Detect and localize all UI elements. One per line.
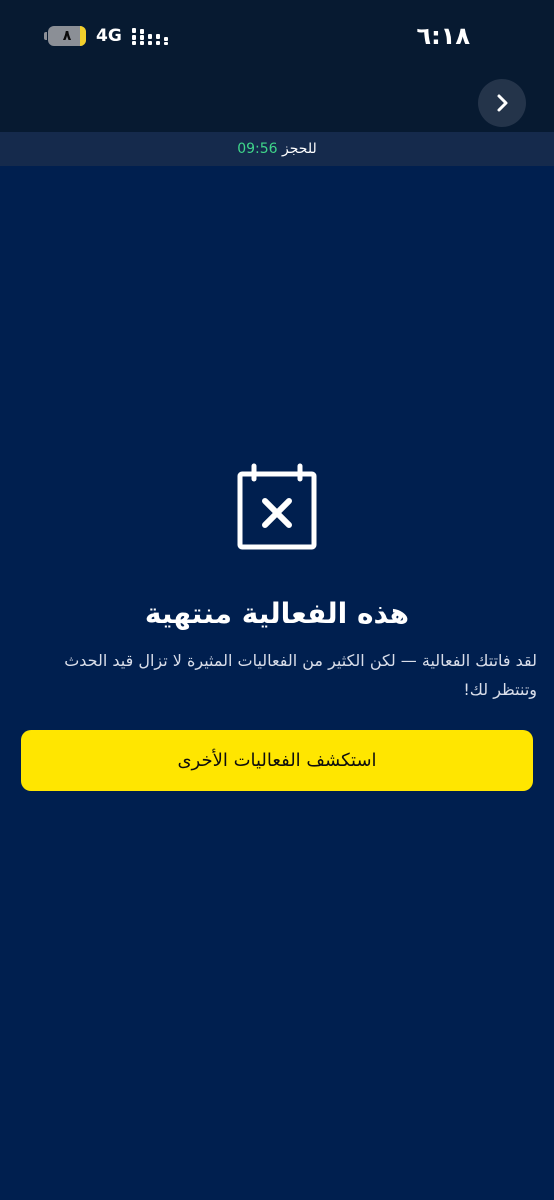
- explore-other-events-button[interactable]: استكشف الفعاليات الأخرى: [21, 730, 533, 791]
- booking-timer-bar: للحجز 09:56: [0, 132, 554, 166]
- booking-timer-label: للحجز: [282, 141, 317, 157]
- empty-state-title: هذه الفعالية منتهية: [144, 597, 410, 630]
- battery-fill: [80, 26, 86, 46]
- status-time: ٦:١٨: [416, 22, 470, 50]
- status-indicators: ٨ 4G: [44, 26, 168, 46]
- battery-nub: [44, 32, 47, 40]
- signal-icon: [131, 28, 168, 45]
- booking-timer-value: 09:56: [237, 141, 278, 157]
- battery-icon: ٨: [44, 26, 86, 46]
- empty-state-message: لقد فاتتك الفعالية — لكن الكثير من الفعا…: [64, 651, 537, 699]
- back-button[interactable]: [478, 79, 526, 127]
- event-ended-screen: ٨ 4G ٦:١٨ للحجز 09:56 هذه الفعالية منتهي…: [0, 0, 554, 1200]
- network-type: 4G: [96, 26, 122, 46]
- battery-level: ٨: [62, 28, 72, 44]
- calendar-x-icon: [237, 463, 317, 550]
- empty-state: هذه الفعالية منتهية لقد فاتتك الفعالية —…: [0, 463, 554, 704]
- top-bar: ٨ 4G ٦:١٨: [0, 0, 554, 132]
- chevron-right-icon: [497, 94, 508, 112]
